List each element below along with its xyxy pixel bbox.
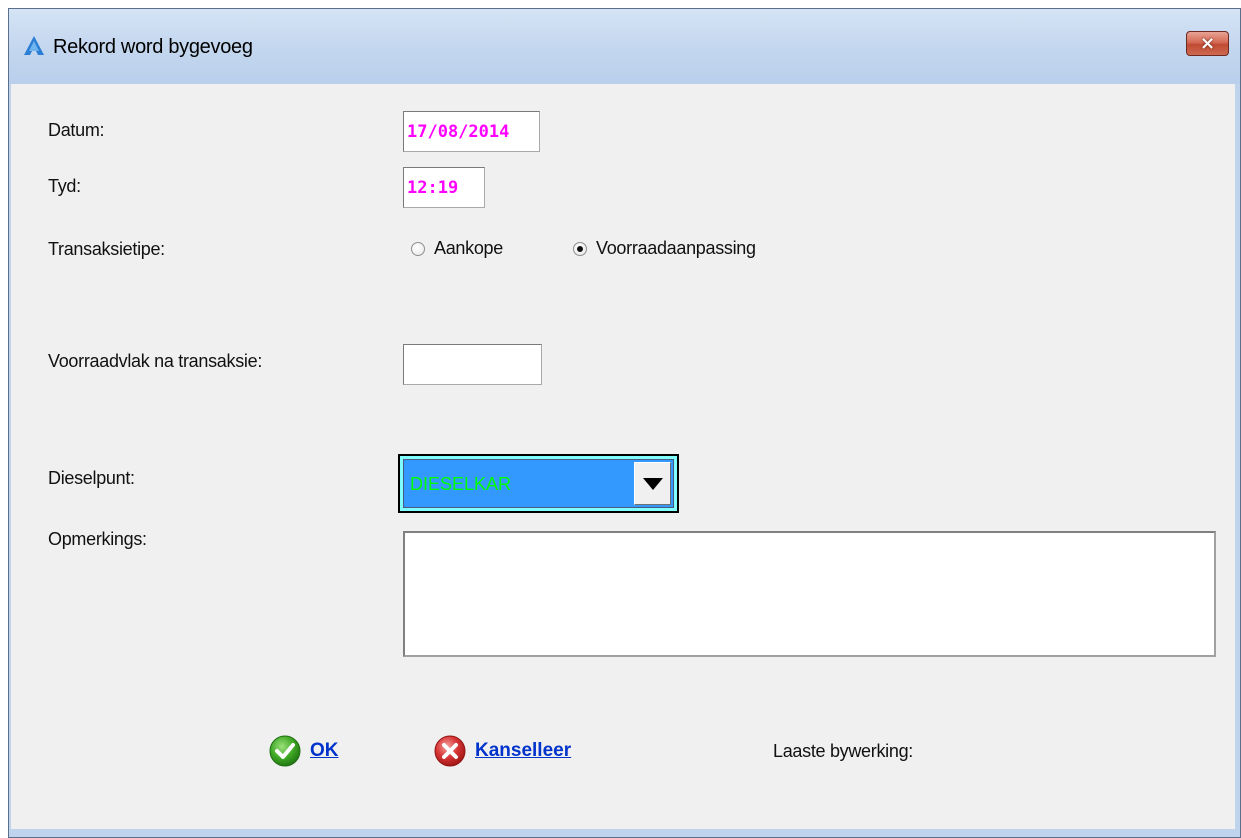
radio-aankope-label: Aankope [434,238,503,258]
datum-field[interactable]: 17/08/2014 [403,111,540,152]
dieselpunt-label: Dieselpunt: [48,468,135,488]
opmerkings-textarea[interactable] [403,531,1216,657]
cancel-button[interactable]: Kanselleer [433,734,571,768]
ok-button-label: OK [310,740,339,761]
voorraadvlak-field[interactable] [403,344,542,385]
voorraadvlak-label: Voorraadvlak na transaksie: [48,351,263,371]
radio-voorraadaanpassing-indicator[interactable] [573,241,587,256]
dieselpunt-combo-field[interactable]: DIESELKAR [403,459,674,508]
window-title: Rekord word bygevoeg [53,36,253,58]
tyd-field[interactable]: 12:19 [403,167,485,208]
check-icon [269,735,301,767]
radio-voorraadaanpassing[interactable]: Voorraadaanpassing [573,238,756,259]
close-button[interactable]: × [1186,31,1229,56]
app-logo-icon [24,36,44,55]
laaste-bywerking-label: Laaste bywerking: [773,741,913,761]
ok-button[interactable]: OK [268,734,339,768]
tyd-label: Tyd: [48,176,81,196]
radio-voorraadaanpassing-label: Voorraadaanpassing [596,238,756,258]
dieselpunt-selected: DIESELKAR [410,474,512,494]
transaksietipe-label: Transaksietipe: [48,239,165,259]
dieselpunt-combo[interactable]: DIESELKAR [398,454,679,513]
dropdown-arrow-icon [642,477,663,490]
close-icon: × [1199,32,1216,54]
title-bar[interactable]: Rekord word bygevoeg × [9,9,1240,84]
opmerkings-label: Opmerkings: [48,529,147,549]
cancel-icon [434,735,466,767]
dieselpunt-dropdown-button[interactable] [634,462,671,505]
datum-label: Datum: [48,120,105,140]
radio-aankope[interactable]: Aankope [411,238,503,259]
radio-aankope-indicator[interactable] [411,241,425,256]
cancel-button-label: Kanselleer [475,740,572,761]
dialog-body: Datum: 17/08/2014 Tyd: 12:19 Transaksiet… [11,84,1235,829]
dialog-window: Rekord word bygevoeg × Datum: 17/08/2014… [8,8,1241,838]
